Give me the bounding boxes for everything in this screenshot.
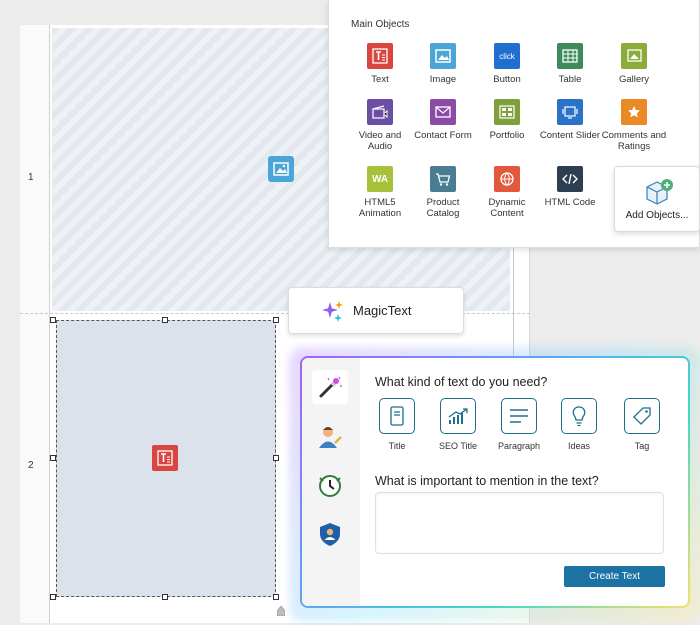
option-seo-title[interactable]: SEO Title bbox=[428, 398, 488, 451]
option-title[interactable]: Title bbox=[367, 398, 427, 451]
important-question: What is important to mention in the text… bbox=[375, 474, 599, 488]
add-objects-button[interactable]: Add Objects... bbox=[614, 166, 700, 232]
anchor-marker-icon[interactable] bbox=[277, 606, 285, 616]
lightbulb-icon bbox=[561, 398, 597, 434]
text-icon bbox=[367, 43, 393, 69]
content-slider-icon bbox=[557, 99, 583, 125]
contact-form-icon bbox=[430, 99, 456, 125]
writer-persona-icon[interactable] bbox=[312, 419, 348, 453]
dynamic-content-icon bbox=[494, 166, 520, 192]
object-html-code[interactable]: HTML Code bbox=[537, 166, 603, 208]
resize-handle[interactable] bbox=[162, 594, 168, 600]
add-cube-icon bbox=[646, 179, 673, 205]
html5-animation-icon: WA bbox=[367, 166, 393, 192]
dialog-sidebar bbox=[302, 358, 360, 606]
object-comments-ratings[interactable]: Comments and Ratings bbox=[601, 99, 667, 152]
image-icon bbox=[268, 156, 294, 182]
row-ruler: 1 2 bbox=[20, 25, 50, 623]
html-code-icon bbox=[557, 166, 583, 192]
object-contact-form[interactable]: Contact Form bbox=[410, 99, 476, 141]
resize-handle[interactable] bbox=[273, 317, 279, 323]
object-dynamic-content[interactable]: Dynamic Content bbox=[474, 166, 540, 219]
panel-title: Main Objects bbox=[351, 19, 410, 30]
row-number-2: 2 bbox=[28, 460, 34, 471]
resize-handle[interactable] bbox=[50, 455, 56, 461]
resize-handle[interactable] bbox=[273, 594, 279, 600]
magic-wand-icon[interactable] bbox=[312, 370, 348, 404]
object-table[interactable]: Table bbox=[537, 43, 603, 85]
text-kind-question: What kind of text do you need? bbox=[375, 375, 548, 389]
object-portfolio[interactable]: Portfolio bbox=[474, 99, 540, 141]
row-number-1: 1 bbox=[28, 172, 34, 183]
resize-handle[interactable] bbox=[50, 594, 56, 600]
button-icon: click bbox=[494, 43, 520, 69]
option-ideas[interactable]: Ideas bbox=[549, 398, 609, 451]
object-video-audio[interactable]: Video and Audio bbox=[347, 99, 413, 152]
object-html5-animation[interactable]: WA HTML5 Animation bbox=[347, 166, 413, 219]
option-tag[interactable]: Tag bbox=[612, 398, 672, 451]
portfolio-icon bbox=[494, 99, 520, 125]
image-icon bbox=[430, 43, 456, 69]
paragraph-icon bbox=[501, 398, 537, 434]
history-clock-icon[interactable] bbox=[312, 468, 348, 502]
product-catalog-icon bbox=[430, 166, 456, 192]
object-gallery[interactable]: Gallery bbox=[601, 43, 667, 85]
object-text[interactable]: Text bbox=[347, 43, 413, 85]
resize-handle[interactable] bbox=[162, 317, 168, 323]
comments-ratings-icon bbox=[621, 99, 647, 125]
magictext-button[interactable]: MagicText bbox=[288, 287, 464, 334]
title-icon bbox=[379, 398, 415, 434]
sparkle-icon bbox=[322, 300, 343, 322]
object-button[interactable]: click Button bbox=[474, 43, 540, 85]
object-content-slider[interactable]: Content Slider bbox=[537, 99, 603, 141]
object-product-catalog[interactable]: Product Catalog bbox=[410, 166, 476, 219]
text-icon bbox=[152, 445, 178, 471]
tag-icon bbox=[624, 398, 660, 434]
important-points-textarea[interactable] bbox=[375, 492, 664, 554]
option-paragraph[interactable]: Paragraph bbox=[489, 398, 549, 451]
video-audio-icon bbox=[367, 99, 393, 125]
gallery-icon bbox=[621, 43, 647, 69]
shield-user-icon[interactable] bbox=[312, 517, 348, 551]
resize-handle[interactable] bbox=[273, 455, 279, 461]
seo-chart-icon bbox=[440, 398, 476, 434]
magictext-dialog: What kind of text do you need? Title SEO… bbox=[300, 356, 690, 608]
object-image[interactable]: Image bbox=[410, 43, 476, 85]
table-icon bbox=[557, 43, 583, 69]
resize-handle[interactable] bbox=[50, 317, 56, 323]
create-text-button[interactable]: Create Text bbox=[564, 566, 665, 587]
